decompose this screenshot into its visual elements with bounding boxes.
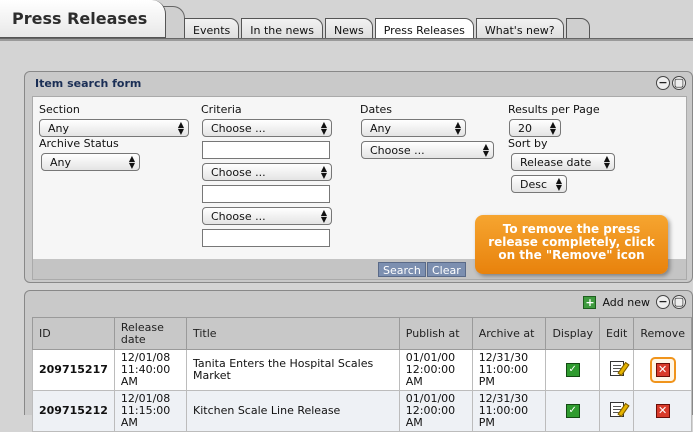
sort-order-select[interactable]: Desc ▲ ▼ [511, 175, 567, 193]
tab-news[interactable]: News [324, 18, 373, 40]
criteria-input-1[interactable] [202, 141, 330, 159]
edit-icon[interactable] [609, 361, 624, 376]
row-id: 209715217 [32, 349, 115, 391]
dates-range-select[interactable]: Choose ... ▲ ▼ [361, 141, 494, 159]
criteria-select-1[interactable]: Choose ... ▲ ▼ [202, 119, 332, 137]
row-publish-at: 01/01/00 12:00:00 AM [398, 349, 473, 391]
tab-baseline [0, 38, 693, 41]
clear-button[interactable]: Clear [427, 262, 466, 277]
row-remove-cell: ✕ [633, 349, 692, 391]
row-edit-cell [598, 390, 635, 432]
chevron-updown-icon: ▲ ▼ [128, 154, 135, 170]
row-archive-at: 12/31/30 11:00:00 PM [471, 390, 547, 432]
sort-order-value: Desc [520, 178, 548, 191]
tab-filler [565, 18, 590, 40]
collapse-button[interactable]: − [656, 295, 670, 309]
criteria-input-2[interactable] [202, 185, 330, 203]
col-display: Display [545, 317, 600, 350]
criteria-label: Criteria [201, 103, 242, 116]
callout-text: To remove the press release completely, … [488, 222, 655, 262]
col-release-date[interactable]: Release date [113, 317, 187, 350]
row-edit-cell [598, 349, 635, 391]
criteria-select-1-value: Choose ... [211, 122, 266, 135]
col-remove: Remove [633, 317, 692, 350]
app-title: Press Releases [12, 9, 148, 28]
results-panel-controls: − ▢ [656, 295, 686, 309]
row-title[interactable]: Kitchen Scale Line Release [185, 390, 400, 432]
row-display-cell: ✓ [545, 390, 600, 432]
section-tabs: Events In the news News Press Releases W… [184, 18, 592, 40]
row-title[interactable]: Tanita Enters the Hospital Scales Market [185, 349, 400, 391]
display-check-icon[interactable]: ✓ [565, 404, 580, 418]
collapse-button[interactable]: − [656, 76, 670, 90]
section-label: Section [39, 103, 80, 116]
dates-select-value: Any [370, 122, 392, 135]
col-publish-at[interactable]: Publish at [398, 317, 473, 350]
chevron-updown-icon: ▲ ▼ [482, 142, 489, 158]
tab-press-releases[interactable]: Press Releases [374, 18, 474, 40]
criteria-select-2[interactable]: Choose ... ▲ ▼ [202, 163, 332, 181]
row-release-date: 12/01/08 11:40:00 AM [113, 349, 187, 391]
results-header: + Add new − ▢ [583, 295, 686, 309]
add-new-link[interactable]: Add new [602, 296, 650, 309]
remove-icon[interactable]: ✕ [655, 363, 670, 377]
add-new-icon[interactable]: + [583, 295, 597, 309]
sort-by-label: Sort by [508, 137, 548, 150]
criteria-select-3[interactable]: Choose ... ▲ ▼ [202, 207, 332, 225]
chevron-updown-icon: ▲ ▼ [320, 120, 327, 136]
remove-icon[interactable]: ✕ [655, 404, 670, 418]
archive-status-label: Archive Status [39, 137, 119, 150]
tab-in-the-news[interactable]: In the news [241, 18, 323, 40]
row-release-date: 12/01/08 11:15:00 AM [113, 390, 187, 432]
sort-by-select[interactable]: Release date ▲ ▼ [511, 153, 615, 171]
col-id[interactable]: ID [32, 317, 115, 350]
dates-range-value: Choose ... [370, 144, 425, 157]
search-panel-title: Item search form [35, 77, 142, 90]
results-per-page-label: Results per Page [508, 103, 600, 116]
criteria-select-2-value: Choose ... [211, 166, 266, 179]
archive-status-select[interactable]: Any ▲ ▼ [41, 153, 140, 171]
display-check-icon[interactable]: ✓ [565, 363, 580, 377]
row-id: 209715212 [32, 390, 115, 432]
row-publish-at: 01/01/00 12:00:00 AM [398, 390, 473, 432]
expand-button[interactable]: ▢ [672, 295, 686, 309]
chevron-updown-icon: ▲ ▼ [177, 120, 184, 136]
archive-status-value: Any [50, 156, 72, 169]
section-select[interactable]: Any ▲ ▼ [39, 119, 189, 137]
dates-label: Dates [360, 103, 393, 116]
top-bar: Press Releases Events In the news News P… [0, 0, 693, 41]
criteria-input-3[interactable] [202, 229, 330, 247]
main-tab-press-releases[interactable]: Press Releases [0, 0, 166, 38]
results-per-page-value: 20 [518, 122, 532, 135]
tab-whats-new[interactable]: What's new? [475, 18, 564, 40]
chevron-updown-icon: ▲ ▼ [320, 164, 327, 180]
row-remove-cell: ✕ [633, 390, 692, 432]
col-archive-at[interactable]: Archive at [471, 317, 547, 350]
results-panel: + Add new − ▢ ID Release date Title Publ… [24, 290, 693, 432]
table-header-row: ID Release date Title Publish at Archive… [32, 317, 692, 350]
search-panel-controls: − ▢ [656, 76, 686, 90]
dates-select[interactable]: Any ▲ ▼ [361, 119, 466, 137]
chevron-updown-icon: ▲ ▼ [603, 154, 610, 170]
tab-events[interactable]: Events [184, 18, 240, 40]
criteria-select-3-value: Choose ... [211, 210, 266, 223]
tutorial-callout: To remove the press release completely, … [475, 215, 668, 274]
chevron-updown-icon: ▲ ▼ [454, 120, 461, 136]
table-row: 209715212 12/01/08 11:15:00 AM Kitchen S… [32, 390, 692, 432]
row-display-cell: ✓ [545, 349, 600, 391]
row-archive-at: 12/31/30 11:00:00 PM [471, 349, 547, 391]
sort-by-value: Release date [520, 156, 592, 169]
chevron-updown-icon: ▲ ▼ [549, 120, 556, 136]
chevron-updown-icon: ▲ ▼ [320, 208, 327, 224]
table-row: 209715217 12/01/08 11:40:00 AM Tanita En… [32, 349, 692, 391]
section-select-value: Any [48, 122, 70, 135]
col-edit: Edit [598, 317, 635, 350]
chevron-updown-icon: ▲ ▼ [555, 176, 562, 192]
col-title[interactable]: Title [185, 317, 400, 350]
expand-button[interactable]: ▢ [672, 76, 686, 90]
results-per-page-select[interactable]: 20 ▲ ▼ [509, 119, 561, 137]
search-button[interactable]: Search [378, 262, 426, 277]
search-panel-header: Item search form − ▢ [25, 72, 692, 94]
remove-highlight: ✕ [649, 357, 676, 383]
